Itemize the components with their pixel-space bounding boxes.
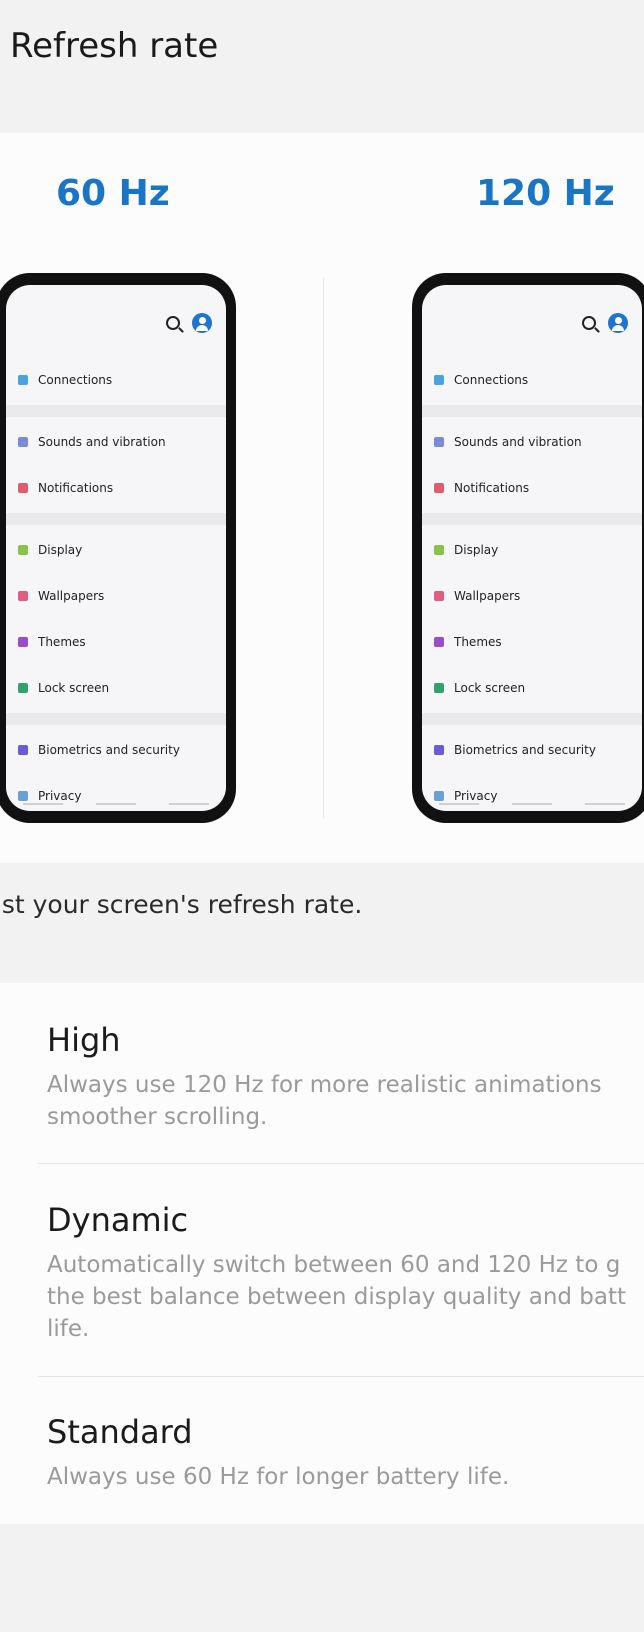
refresh-rate-description: ust your screen's refresh rate. bbox=[0, 890, 363, 919]
settings-item: Wallpapers bbox=[422, 573, 642, 619]
settings-item: Privacy bbox=[422, 773, 642, 811]
option-dynamic[interactable]: Dynamic Automatically switch between 60 … bbox=[47, 1201, 644, 1345]
settings-list: Connections Sounds and vibration Notificat… bbox=[6, 357, 226, 811]
settings-item-label: Themes bbox=[454, 635, 502, 649]
search-icon bbox=[166, 316, 180, 330]
group-gap bbox=[422, 405, 642, 417]
settings-item-label: Themes bbox=[38, 635, 86, 649]
settings-item-icon bbox=[434, 375, 444, 385]
settings-item-label: Connections bbox=[454, 373, 529, 387]
option-subtitle: Automatically switch between 60 and 120 … bbox=[47, 1252, 627, 1342]
settings-item-label: Lock screen bbox=[454, 681, 526, 695]
settings-item-icon bbox=[434, 745, 444, 755]
group-gap bbox=[6, 713, 226, 725]
settings-item: Notifications bbox=[422, 465, 642, 511]
settings-item: Sounds and vibration bbox=[422, 419, 642, 465]
settings-item: Notifications bbox=[6, 465, 226, 511]
settings-item-label: Notifications bbox=[454, 481, 530, 495]
settings-item-icon bbox=[434, 437, 444, 447]
settings-item: Wallpapers bbox=[6, 573, 226, 619]
group-gap bbox=[6, 405, 226, 417]
settings-item-icon bbox=[18, 483, 28, 493]
settings-item: Connections bbox=[6, 357, 226, 403]
settings-item: Privacy bbox=[6, 773, 226, 811]
divider bbox=[38, 1376, 644, 1377]
preview-phone-60hz: Connections Sounds and vibration Notificat… bbox=[0, 273, 236, 823]
settings-item-label: Privacy bbox=[454, 789, 498, 803]
search-icon bbox=[582, 316, 596, 330]
settings-item: Display bbox=[6, 527, 226, 573]
settings-item-icon bbox=[434, 683, 444, 693]
settings-item: Themes bbox=[422, 619, 642, 665]
settings-item-label: Display bbox=[454, 543, 499, 557]
settings-item-icon bbox=[434, 791, 444, 801]
settings-item-icon bbox=[18, 745, 28, 755]
settings-item-label: Sounds and vibration bbox=[38, 435, 166, 449]
settings-item-icon bbox=[18, 375, 28, 385]
preview-divider bbox=[323, 278, 324, 818]
settings-item-icon bbox=[18, 437, 28, 447]
option-high[interactable]: High Always use 120 Hz for more realisti… bbox=[47, 1021, 644, 1133]
account-icon bbox=[192, 313, 212, 333]
preview-phone-120hz: Connections Sounds and vibration Notificat… bbox=[412, 273, 644, 823]
option-title: High bbox=[47, 1021, 121, 1059]
settings-item-label: Wallpapers bbox=[454, 589, 521, 603]
settings-item: Display bbox=[422, 527, 642, 573]
nav-hint bbox=[422, 803, 642, 805]
group-gap bbox=[6, 513, 226, 525]
settings-item: Biometrics and security bbox=[6, 727, 226, 773]
mini-topbar bbox=[166, 313, 212, 333]
settings-item-label: Privacy bbox=[38, 789, 82, 803]
settings-item-icon bbox=[18, 545, 28, 555]
settings-item-icon bbox=[18, 683, 28, 693]
settings-item-label: Notifications bbox=[38, 481, 114, 495]
settings-item: Sounds and vibration bbox=[6, 419, 226, 465]
settings-item: Lock screen bbox=[6, 665, 226, 711]
option-title: Standard bbox=[47, 1413, 193, 1451]
settings-item-icon bbox=[434, 545, 444, 555]
settings-item: Lock screen bbox=[422, 665, 642, 711]
settings-item-icon bbox=[18, 791, 28, 801]
page-title: Refresh rate bbox=[10, 26, 219, 66]
settings-item-icon bbox=[434, 591, 444, 601]
settings-item-label: Wallpapers bbox=[38, 589, 105, 603]
option-subtitle: Always use 120 Hz for more realistic ani… bbox=[47, 1072, 602, 1130]
nav-hint bbox=[6, 803, 226, 805]
preview-120hz-label: 120 Hz bbox=[476, 173, 615, 214]
settings-item-icon bbox=[434, 637, 444, 647]
settings-item-icon bbox=[18, 591, 28, 601]
settings-item: Themes bbox=[6, 619, 226, 665]
settings-item-label: Biometrics and security bbox=[38, 743, 180, 757]
option-subtitle: Always use 60 Hz for longer battery life… bbox=[47, 1464, 510, 1490]
mini-topbar bbox=[582, 313, 628, 333]
settings-item: Connections bbox=[422, 357, 642, 403]
preview-60hz-label: 60 Hz bbox=[56, 173, 170, 214]
settings-item-icon bbox=[18, 637, 28, 647]
settings-item: Biometrics and security bbox=[422, 727, 642, 773]
account-icon bbox=[608, 313, 628, 333]
group-gap bbox=[422, 513, 642, 525]
settings-item-label: Connections bbox=[38, 373, 113, 387]
refresh-rate-options: High Always use 120 Hz for more realisti… bbox=[0, 983, 644, 1524]
refresh-rate-preview: 60 Hz 120 Hz Connections Sounds and vibra… bbox=[0, 133, 644, 863]
settings-item-label: Sounds and vibration bbox=[454, 435, 582, 449]
option-standard[interactable]: Standard Always use 60 Hz for longer bat… bbox=[47, 1413, 644, 1493]
phone-screen: Connections Sounds and vibration Notificat… bbox=[6, 285, 226, 811]
settings-item-label: Lock screen bbox=[38, 681, 110, 695]
settings-item-icon bbox=[434, 483, 444, 493]
divider bbox=[38, 1163, 644, 1164]
option-title: Dynamic bbox=[47, 1201, 189, 1239]
phone-screen: Connections Sounds and vibration Notificat… bbox=[422, 285, 642, 811]
settings-item-label: Biometrics and security bbox=[454, 743, 596, 757]
group-gap bbox=[422, 713, 642, 725]
settings-item-label: Display bbox=[38, 543, 83, 557]
settings-list: Connections Sounds and vibration Notificat… bbox=[422, 357, 642, 811]
